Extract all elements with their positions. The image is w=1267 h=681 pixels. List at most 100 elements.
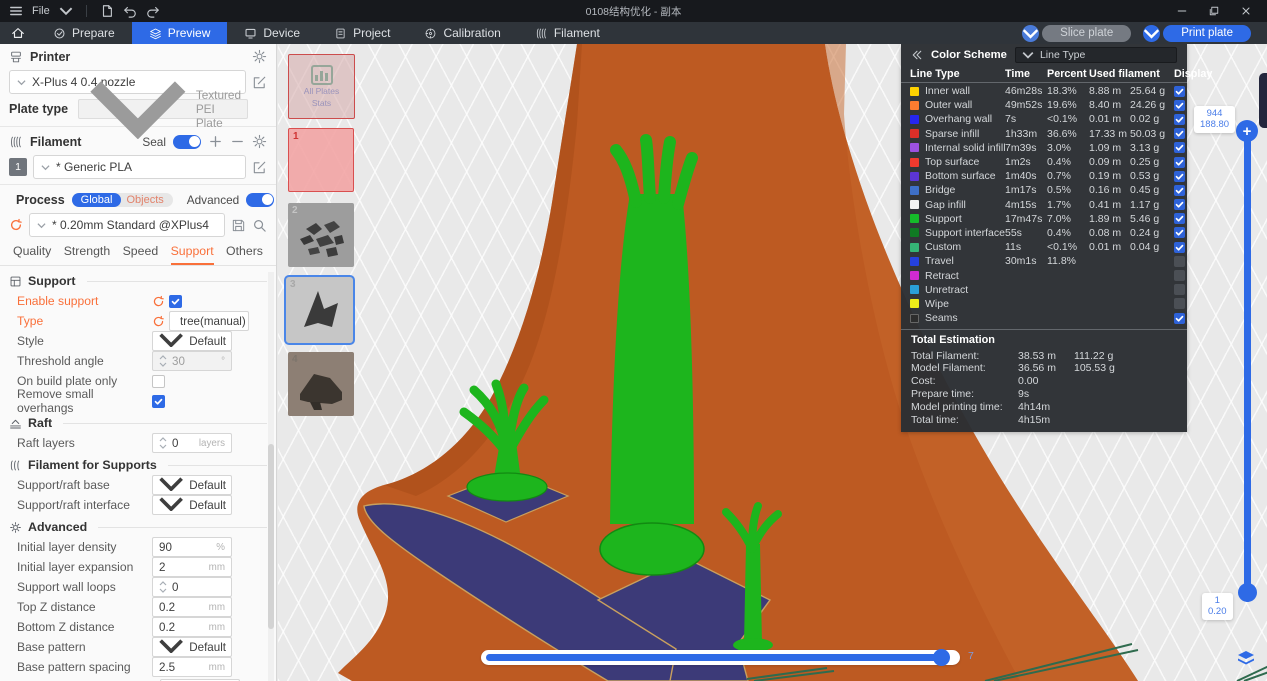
display-checkbox[interactable] (1174, 86, 1185, 97)
number-input[interactable]: 2.5mm (152, 657, 232, 677)
close-icon[interactable] (1240, 5, 1252, 17)
save-preset-icon[interactable] (231, 218, 246, 233)
collapse-icon[interactable] (911, 49, 923, 61)
layer-slider-bottom-handle[interactable] (1238, 583, 1257, 602)
display-checkbox[interactable] (1174, 114, 1185, 125)
display-checkbox[interactable] (1174, 171, 1185, 182)
color-chip (910, 243, 925, 252)
display-checkbox[interactable] (1174, 185, 1185, 196)
redo-icon[interactable] (146, 4, 160, 18)
edit-filament-icon[interactable] (252, 160, 267, 175)
setting-label: Raft layers (17, 436, 152, 450)
process-preset-select[interactable]: * 0.20mm Standard @XPlus4 (29, 213, 225, 237)
file-menu[interactable]: File (32, 5, 50, 17)
home-button[interactable] (0, 22, 36, 44)
layer-slider-top-handle[interactable]: + (1236, 120, 1258, 142)
maximize-icon[interactable] (1208, 5, 1220, 17)
chevron-down-icon (158, 476, 184, 495)
undo-icon[interactable] (123, 4, 137, 18)
plate-1-thumbnail[interactable]: 1 (288, 128, 354, 192)
advanced-toggle[interactable] (246, 193, 274, 207)
tab-preview[interactable]: Preview (132, 22, 228, 44)
plate-3-thumbnail-selected[interactable]: 3 (284, 275, 355, 345)
process-tab-support[interactable]: Support (171, 244, 214, 265)
display-checkbox[interactable] (1174, 213, 1185, 224)
plate-type-select[interactable]: Textured PEI Plate (78, 99, 248, 119)
spinner-input[interactable]: 30° (152, 351, 232, 371)
layer-slider-track[interactable] (1244, 132, 1251, 602)
tab-device[interactable]: Device (227, 22, 317, 44)
move-slider-handle[interactable] (933, 649, 950, 666)
display-checkbox[interactable] (1174, 298, 1185, 309)
checkbox[interactable] (169, 295, 182, 308)
display-checkbox[interactable] (1174, 284, 1185, 295)
line-type-row: Retract (901, 268, 1187, 282)
3d-viewport[interactable]: All Plates Stats 1 2 3 4 (278, 44, 1267, 681)
reset-icon[interactable] (152, 315, 165, 328)
display-checkbox[interactable] (1174, 227, 1185, 238)
display-checkbox[interactable] (1174, 313, 1185, 324)
print-plate-button[interactable]: Print plate (1143, 25, 1251, 42)
setting-label: Style (17, 334, 152, 348)
sidebar-scrollbar-thumb[interactable] (268, 444, 274, 629)
reset-icon[interactable] (152, 295, 165, 308)
remove-filament-icon[interactable] (230, 134, 245, 149)
display-checkbox[interactable] (1174, 242, 1185, 253)
setting-label: Support/raft base (17, 478, 152, 492)
select[interactable]: tree(manual) (169, 311, 249, 331)
save-icon[interactable] (100, 4, 114, 18)
process-tab-quality[interactable]: Quality (13, 244, 51, 265)
spinner-arrows-icon[interactable] (159, 580, 167, 594)
printer-settings-gear-icon[interactable] (252, 49, 267, 64)
display-checkbox[interactable] (1174, 100, 1185, 111)
display-checkbox[interactable] (1174, 128, 1185, 139)
display-checkbox[interactable] (1174, 256, 1185, 267)
scope-switch[interactable]: Global Objects (72, 193, 173, 207)
color-scheme-select[interactable]: Line Type (1015, 47, 1177, 63)
add-filament-icon[interactable] (208, 134, 223, 149)
process-tab-speed[interactable]: Speed (123, 244, 159, 265)
layers-icon[interactable] (1237, 649, 1255, 667)
search-settings-icon[interactable] (252, 218, 267, 233)
plate-2-thumbnail[interactable]: 2 (288, 203, 354, 267)
tab-filament[interactable]: Filament (518, 22, 617, 44)
chevron-down-icon[interactable] (59, 4, 73, 18)
process-tab-others[interactable]: Others (226, 244, 263, 265)
seal-toggle[interactable] (173, 135, 201, 149)
display-checkbox[interactable] (1174, 199, 1185, 210)
number-input[interactable]: 90% (152, 537, 232, 557)
number-input[interactable]: 0.2mm (152, 617, 232, 637)
select[interactable]: Default (152, 331, 232, 351)
number-input[interactable]: 0.2mm (152, 597, 232, 617)
plate-4-thumbnail[interactable]: 4 (288, 352, 354, 416)
checkbox[interactable] (152, 375, 165, 388)
spinner-input[interactable]: 0 (152, 577, 232, 597)
filament-settings-gear-icon[interactable] (252, 134, 267, 149)
display-checkbox[interactable] (1174, 270, 1185, 281)
slice-dropdown-icon[interactable] (1022, 25, 1039, 42)
display-checkbox[interactable] (1174, 157, 1185, 168)
reset-process-icon[interactable] (9, 218, 23, 232)
gadv-icon (9, 521, 22, 534)
display-checkbox[interactable] (1174, 142, 1185, 153)
slice-plate-button[interactable]: Slice plate (1022, 25, 1131, 42)
select[interactable]: Default (152, 637, 232, 657)
spinner-input[interactable]: 0layers (152, 433, 232, 453)
print-dropdown-icon[interactable] (1143, 25, 1160, 42)
tab-project[interactable]: Project (317, 22, 407, 44)
move-slider-track[interactable] (481, 650, 960, 665)
spinner-arrows-icon[interactable] (159, 354, 167, 368)
filament-preset-select[interactable]: * Generic PLA (33, 155, 246, 179)
spinner-arrows-icon[interactable] (159, 436, 167, 450)
minimize-icon[interactable] (1176, 5, 1188, 17)
menu-icon[interactable] (9, 4, 23, 18)
edit-printer-icon[interactable] (252, 75, 267, 90)
tab-calibration[interactable]: Calibration (407, 22, 517, 44)
select[interactable]: Default (152, 495, 232, 515)
process-tab-strength[interactable]: Strength (64, 244, 111, 265)
number-input[interactable]: 2mm (152, 557, 232, 577)
select[interactable]: Default (152, 475, 232, 495)
tab-prepare[interactable]: Prepare (36, 22, 132, 44)
all-plates-thumbnail[interactable]: All Plates Stats (288, 54, 355, 119)
checkbox[interactable] (152, 395, 165, 408)
